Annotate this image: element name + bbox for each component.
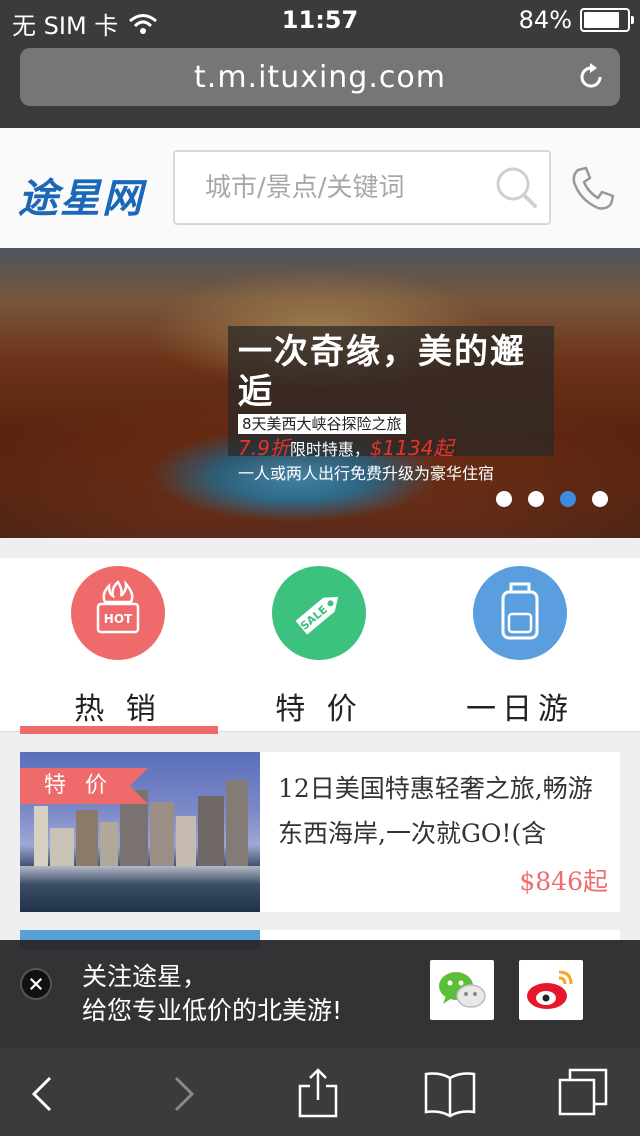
category-day-tour[interactable]: 一日游 — [420, 566, 620, 732]
category-hot-label: 热 销 — [74, 692, 162, 727]
follow-text: 关注途星， 给您专业低价的北美游! — [82, 960, 342, 1028]
category-day-tour-label: 一日游 — [466, 692, 574, 727]
follow-line-1: 关注途星， — [82, 962, 208, 991]
url-field[interactable]: t.m.ituxing.com — [20, 48, 620, 106]
banner-title: 一次奇缘，美的邂逅 — [238, 332, 526, 412]
site-logo[interactable]: 途星网 — [18, 166, 144, 224]
carousel-dot[interactable] — [528, 491, 544, 507]
phone-icon[interactable] — [568, 164, 618, 214]
banner-discount: 7.9折 — [238, 436, 290, 460]
backpack-icon — [473, 566, 567, 660]
carousel-dot[interactable] — [592, 491, 608, 507]
reload-icon[interactable] — [576, 62, 606, 92]
carousel-dots — [496, 491, 608, 507]
category-hot[interactable]: HOT 热 销 — [18, 566, 218, 732]
close-icon[interactable] — [20, 968, 52, 1000]
category-tabs: HOT 热 销 SALE 特 价 一日游 — [0, 558, 640, 734]
back-icon[interactable] — [16, 1066, 72, 1122]
search-box[interactable] — [173, 150, 551, 225]
site-header: 途星网 — [0, 128, 640, 248]
banner-price: $1134起 — [369, 436, 454, 460]
hot-icon: HOT — [71, 566, 165, 660]
svg-text:HOT: HOT — [104, 612, 133, 626]
selected-tab-indicator — [20, 726, 218, 734]
carousel-dot[interactable] — [496, 491, 512, 507]
wechat-icon[interactable] — [430, 960, 494, 1020]
search-icon[interactable] — [493, 164, 539, 210]
banner-note: 一人或两人出行免费升级为豪华住宿 — [238, 464, 495, 483]
category-sale-label: 特 价 — [275, 692, 363, 727]
carousel-dot[interactable] — [560, 491, 576, 507]
status-right: 84% — [518, 6, 634, 34]
product-price: $846起 — [519, 867, 608, 896]
follow-bar: 关注途星， 给您专业低价的北美游! — [0, 940, 640, 1048]
banner-price-line: 7.9折限时特惠，$1134起 — [238, 436, 544, 462]
battery-percent: 84% — [518, 6, 572, 34]
bookmarks-icon[interactable] — [422, 1066, 478, 1122]
banner-textbox: 一次奇缘，美的邂逅 8天美西大峡谷探险之旅 7.9折限时特惠，$1134起 一人… — [228, 326, 554, 483]
search-input[interactable] — [205, 152, 485, 223]
battery-icon — [580, 8, 634, 32]
follow-line-2: 给您专业低价的北美游! — [82, 996, 343, 1025]
category-sale[interactable]: SALE 特 价 — [219, 566, 419, 732]
promo-banner[interactable]: 一次奇缘，美的邂逅 8天美西大峡谷探险之旅 7.9折限时特惠，$1134起 一人… — [0, 248, 640, 538]
banner-deal-text: 限时特惠， — [289, 440, 370, 459]
weibo-icon[interactable] — [519, 960, 583, 1020]
battery-fill — [584, 12, 620, 28]
tabs-icon[interactable] — [556, 1066, 612, 1122]
share-icon[interactable] — [290, 1066, 346, 1122]
banner-subtitle: 8天美西大峡谷探险之旅 — [238, 414, 406, 434]
product-title: 12日美国特惠轻奢之旅,畅游东西海岸,一次就GO!(含 — [278, 774, 593, 848]
product-image: 特 价 — [20, 752, 260, 912]
sale-tag-icon: SALE — [272, 566, 366, 660]
browser-toolbar — [0, 1048, 640, 1136]
product-image-water — [20, 866, 260, 912]
sale-tag: 特 价 — [20, 768, 148, 804]
status-bar: 无 SIM 卡 11:57 84% — [0, 0, 640, 40]
url-text: t.m.ituxing.com — [194, 59, 446, 95]
product-card[interactable]: 特 价 12日美国特惠轻奢之旅,畅游东西海岸,一次就GO!(含 $846起 — [20, 752, 620, 912]
forward-icon[interactable] — [156, 1066, 212, 1122]
browser-url-area: t.m.ituxing.com — [0, 40, 640, 128]
